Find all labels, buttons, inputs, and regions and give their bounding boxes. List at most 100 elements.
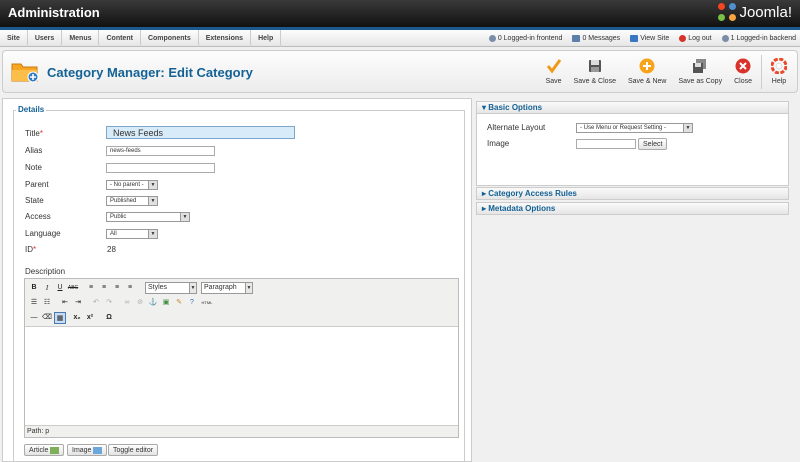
description-editor: B I U ABC ≡ ≡ ≡ ≡ Styles ▼ Paragraph ▼ ☰ ☷…: [24, 278, 459, 438]
language-label: Language: [25, 229, 61, 238]
strikethrough-icon[interactable]: ABC: [67, 282, 79, 294]
article-icon: [50, 446, 60, 454]
lifebuoy-icon: [771, 58, 787, 74]
description-label: Description: [25, 267, 66, 276]
menu-content[interactable]: Content: [99, 30, 141, 47]
superscript-icon[interactable]: x²: [84, 312, 96, 324]
alt-layout-select[interactable]: - Use Menu or Request Setting - ▼: [576, 123, 693, 133]
save-copy-button[interactable]: Save as Copy: [673, 55, 729, 89]
editor-content-area[interactable]: [25, 327, 458, 427]
align-right-icon[interactable]: ≡: [111, 282, 123, 294]
link-icon[interactable]: ∞: [121, 297, 133, 309]
chevron-down-icon: ▼: [148, 197, 157, 205]
menu-components[interactable]: Components: [141, 30, 199, 47]
access-select[interactable]: Public ▼: [106, 212, 190, 222]
folder-add-icon: [11, 63, 39, 83]
image-select-button[interactable]: Select: [638, 138, 668, 150]
id-value: 28: [107, 245, 116, 254]
access-rules-header[interactable]: ▸ Category Access Rules: [476, 187, 789, 200]
chevron-down-icon: ▼: [245, 283, 252, 293]
menu-site[interactable]: Site: [0, 30, 28, 47]
chevron-down-icon: ▼: [148, 181, 157, 189]
details-legend: Details: [16, 105, 47, 114]
metadata-header[interactable]: ▸ Metadata Options: [476, 202, 789, 215]
state-select[interactable]: Published ▼: [106, 196, 158, 206]
state-label: State: [25, 196, 44, 205]
close-icon: [735, 58, 751, 74]
users-icon: [488, 35, 496, 42]
special-char-icon[interactable]: Ω: [103, 312, 115, 324]
parent-select[interactable]: - No parent - ▼: [106, 180, 158, 190]
numbered-list-icon[interactable]: ☷: [41, 297, 53, 309]
bullet-list-icon[interactable]: ☰: [28, 297, 40, 309]
image-icon: [93, 446, 103, 454]
language-select[interactable]: All ▼: [106, 229, 158, 239]
plus-circle-icon: [639, 58, 655, 74]
logout-link[interactable]: Log out: [679, 35, 712, 42]
italic-icon[interactable]: I: [41, 282, 53, 294]
envelope-icon: [572, 35, 581, 42]
article-button[interactable]: Article: [24, 444, 65, 456]
help-button[interactable]: Help: [765, 55, 793, 89]
checkmark-icon: [546, 59, 561, 74]
undo-icon[interactable]: ↶: [90, 297, 102, 309]
save-button[interactable]: Save: [540, 55, 568, 89]
basic-options-header[interactable]: ▾ Basic Options: [476, 101, 789, 114]
menu-menus[interactable]: Menus: [62, 30, 100, 47]
image-input[interactable]: [576, 139, 636, 149]
visual-aid-icon[interactable]: ▦: [54, 312, 66, 324]
title-input[interactable]: News Feeds: [106, 126, 295, 139]
floppy-disk-icon: [588, 60, 601, 72]
help-circle-icon[interactable]: ?: [186, 297, 198, 309]
html-source-icon[interactable]: HTML: [199, 297, 215, 309]
joomla-logo: Joomla!: [718, 3, 792, 21]
toolbar: Category Manager: Edit Category Save Sav…: [2, 50, 798, 93]
page-title: Category Manager: Edit Category: [47, 65, 253, 80]
image-label: Image: [487, 139, 510, 148]
indent-icon[interactable]: ⇥: [72, 297, 84, 309]
note-input[interactable]: [106, 163, 215, 173]
main-menubar: Site Users Menus Content Components Exte…: [0, 30, 800, 47]
view-site-link[interactable]: View Site: [630, 35, 669, 42]
align-justify-icon[interactable]: ≡: [124, 282, 136, 294]
menu-users[interactable]: Users: [28, 30, 63, 47]
id-label: ID*: [25, 245, 37, 254]
parent-label: Parent: [25, 180, 49, 189]
toggle-editor-button[interactable]: Toggle editor: [108, 444, 159, 456]
menu-extensions[interactable]: Extensions: [199, 30, 252, 47]
alt-layout-label: Alternate Layout: [487, 123, 546, 132]
subscript-icon[interactable]: x₂: [71, 312, 83, 324]
align-center-icon[interactable]: ≡: [98, 282, 110, 294]
format-select[interactable]: Paragraph ▼: [201, 282, 253, 294]
chevron-down-icon: ▼: [189, 283, 196, 293]
redo-icon[interactable]: ↷: [103, 297, 115, 309]
menu-help[interactable]: Help: [251, 30, 282, 47]
bold-icon[interactable]: B: [28, 282, 40, 294]
editor-path: Path: p: [25, 425, 458, 437]
users-icon: [721, 35, 729, 42]
close-button[interactable]: Close: [728, 55, 758, 89]
monitor-icon: [630, 35, 639, 42]
alias-input[interactable]: news-feeds: [106, 146, 215, 156]
align-left-icon[interactable]: ≡: [85, 282, 97, 294]
horizontal-rule-icon[interactable]: —: [28, 312, 40, 324]
admin-header: Administration Joomla!: [0, 0, 800, 30]
messages-link[interactable]: 0 Messages: [572, 35, 620, 42]
save-close-button[interactable]: Save & Close: [568, 55, 622, 89]
styles-select[interactable]: Styles ▼: [145, 282, 197, 294]
underline-icon[interactable]: U: [54, 282, 66, 294]
save-new-button[interactable]: Save & New: [622, 55, 673, 89]
cleanup-icon[interactable]: ✎: [173, 297, 185, 309]
image-icon[interactable]: ▣: [160, 297, 172, 309]
outdent-icon[interactable]: ⇤: [59, 297, 71, 309]
admin-title: Administration: [8, 5, 100, 20]
anchor-icon[interactable]: ⚓: [147, 297, 159, 309]
joomla-logo-icon: [718, 3, 737, 21]
image-button[interactable]: Image: [67, 444, 108, 456]
eraser-icon[interactable]: ⌫: [41, 312, 53, 324]
chevron-down-icon: ▼: [148, 230, 157, 238]
unlink-icon[interactable]: ⊘: [134, 297, 146, 309]
options-panel: ▾ Basic Options Alternate Layout - Use M…: [476, 101, 789, 462]
access-label: Access: [25, 212, 51, 221]
logged-backend-status: 1 Logged-in backend: [721, 35, 796, 42]
